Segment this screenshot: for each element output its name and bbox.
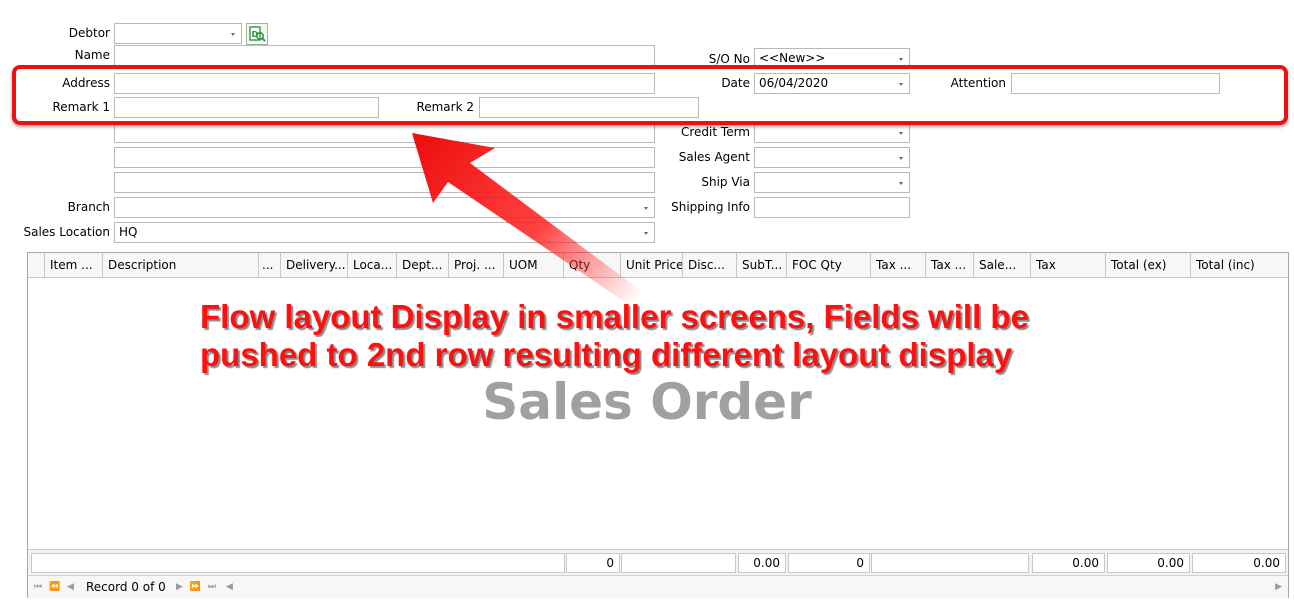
annotation-line-1: Flow layout Display in smaller screens, … [200,298,1029,335]
highlight-box [12,65,1288,125]
annotation-text: Flow layout Display in smaller screens, … [200,298,1200,374]
annotation-line-2: pushed to 2nd row resulting different la… [200,336,1013,373]
sales-order-form: Debtor Name Address Remark 1 Branch Sale… [0,0,1294,609]
